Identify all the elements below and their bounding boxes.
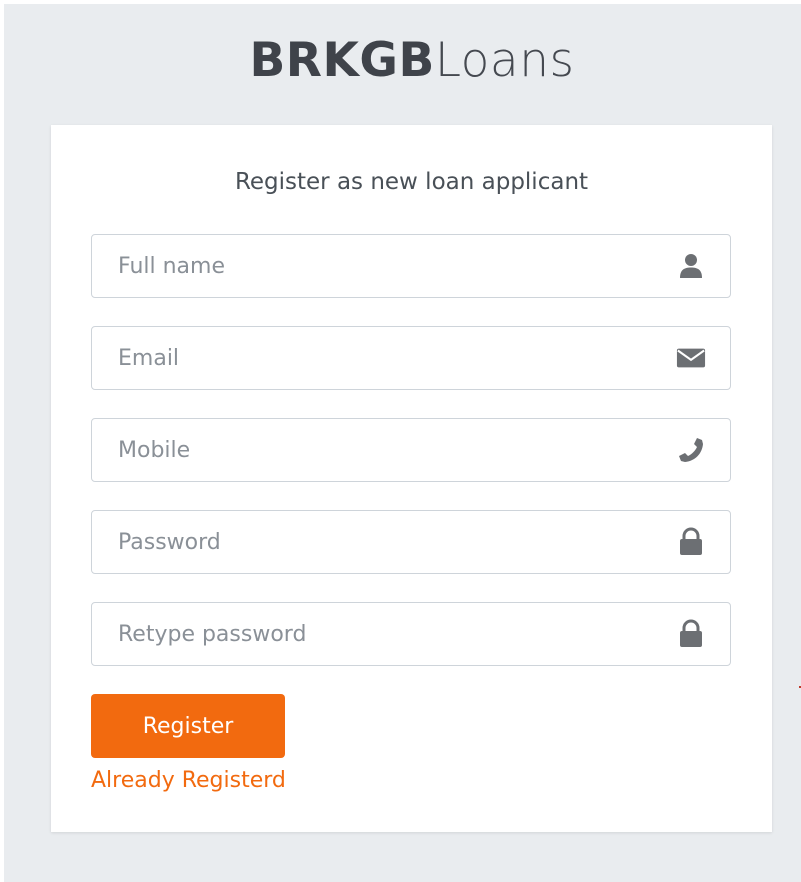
user-icon bbox=[676, 251, 706, 281]
lock-icon bbox=[676, 527, 706, 557]
lock-icon bbox=[676, 619, 706, 649]
register-button[interactable]: Register bbox=[91, 694, 285, 758]
app-logo: BRKGBLoans bbox=[0, 33, 801, 89]
register-card: Register as new loan applicant Full name… bbox=[51, 125, 772, 832]
mobile-field bbox=[91, 418, 731, 482]
phone-icon bbox=[676, 435, 706, 465]
form-title: Register as new loan applicant bbox=[234, 169, 589, 195]
email-input[interactable] bbox=[92, 327, 730, 389]
retype-password-input[interactable] bbox=[92, 603, 730, 665]
email-field bbox=[91, 326, 731, 390]
full-name-input[interactable] bbox=[92, 235, 730, 297]
already-registered-link[interactable]: Already Registerd bbox=[91, 766, 286, 796]
password-field bbox=[91, 510, 731, 574]
logo-suffix: Loans bbox=[434, 33, 575, 88]
logo-brand: BRKGB bbox=[249, 33, 435, 88]
full-name-field bbox=[91, 234, 731, 298]
envelope-icon bbox=[676, 343, 706, 373]
mobile-input[interactable] bbox=[92, 419, 730, 481]
retype-password-field bbox=[91, 602, 731, 666]
password-input[interactable] bbox=[92, 511, 730, 573]
